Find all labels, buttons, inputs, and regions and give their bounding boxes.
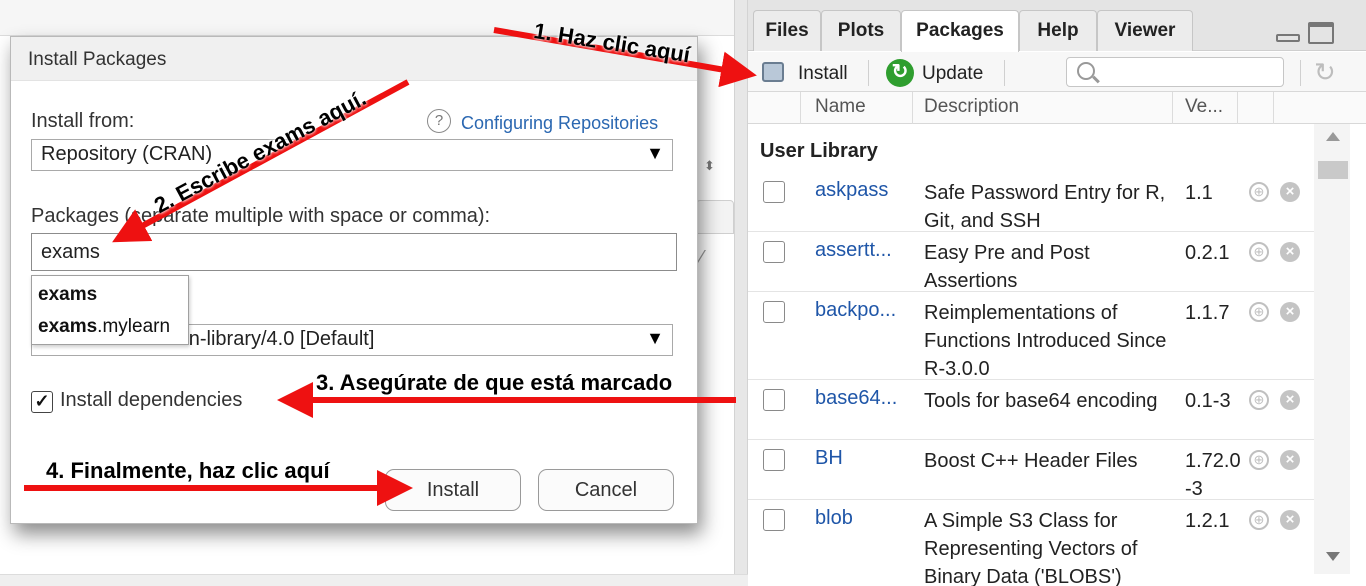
package-description: Reimplementations of Functions Introduce…	[924, 302, 1167, 380]
remove-package-icon[interactable]: ×	[1280, 182, 1300, 202]
remove-package-icon[interactable]: ×	[1280, 242, 1300, 262]
console-pane-tab[interactable]	[696, 200, 734, 234]
table-row: base64... Tools for base64 encoding 0.1-…	[748, 380, 1314, 440]
globe-icon[interactable]: ⊕	[1249, 450, 1269, 470]
vertical-scrollbar[interactable]	[1314, 124, 1350, 574]
package-version: 1.1.7	[1185, 302, 1230, 324]
package-version: 1.72.0-3	[1185, 450, 1241, 500]
package-version: 0.1-3	[1185, 390, 1231, 412]
user-library-heading: User Library	[760, 140, 878, 162]
package-search-input[interactable]	[1066, 57, 1284, 87]
scroll-up-icon[interactable]	[1326, 132, 1340, 141]
toolbar-separator	[1004, 60, 1005, 86]
autocomplete-item[interactable]: exams.mylearn	[38, 316, 170, 338]
package-description: Boost C++ Header Files	[924, 450, 1138, 472]
dropdown-arrow-icon[interactable]: ▼	[642, 143, 664, 164]
package-description: A Simple S3 Class for Representing Vecto…	[924, 510, 1138, 586]
install-dependencies-checkbox[interactable]: ✓	[31, 391, 53, 413]
broom-icon[interactable]: ⁄	[700, 247, 703, 270]
toolbar-separator	[1300, 60, 1301, 86]
table-row: BH Boost C++ Header Files 1.72.0-3 ⊕ ×	[748, 440, 1314, 500]
help-icon[interactable]: ?	[427, 109, 451, 133]
package-name-link[interactable]: BH	[815, 447, 843, 470]
package-description: Safe Password Entry for R, Git, and SSH	[924, 182, 1166, 232]
package-checkbox[interactable]	[763, 301, 785, 323]
globe-icon[interactable]: ⊕	[1249, 510, 1269, 530]
maximize-icon[interactable]	[1308, 22, 1334, 44]
globe-icon[interactable]: ⊕	[1249, 242, 1269, 262]
configuring-repositories-link[interactable]: Configuring Repositories	[461, 113, 658, 134]
annotation-step3: 3. Asegúrate de que está marcado	[316, 370, 673, 395]
toolbar-separator	[868, 60, 869, 86]
package-version: 0.2.1	[1185, 242, 1230, 264]
install-dependencies-label: Install dependencies	[60, 389, 243, 411]
column-version[interactable]: Ve...	[1185, 96, 1223, 118]
remove-package-icon[interactable]: ×	[1280, 510, 1300, 530]
minimize-icon[interactable]	[1276, 34, 1300, 42]
table-row: askpass Safe Password Entry for R, Git, …	[748, 172, 1314, 232]
remove-package-icon[interactable]: ×	[1280, 302, 1300, 322]
package-version: 1.2.1	[1185, 510, 1230, 532]
install-toolbar-button[interactable]: Install	[798, 63, 848, 85]
table-row: backpo... Reimplementations of Functions…	[748, 292, 1314, 380]
table-row: assertt... Easy Pre and Post Assertions …	[748, 232, 1314, 292]
globe-icon[interactable]: ⊕	[1249, 182, 1269, 202]
globe-icon[interactable]: ⊕	[1249, 390, 1269, 410]
package-description: Easy Pre and Post Assertions	[924, 242, 1090, 292]
packages-toolbar: Install ↻ Update ↻	[748, 52, 1366, 92]
packages-label: Packages (separate multiple with space o…	[31, 205, 491, 227]
tab-viewer[interactable]: Viewer	[1097, 10, 1193, 51]
remove-package-icon[interactable]: ×	[1280, 390, 1300, 410]
source-pane-toolbar	[0, 0, 734, 36]
package-checkbox[interactable]	[763, 449, 785, 471]
package-name-link[interactable]: base64...	[815, 387, 897, 410]
column-description[interactable]: Description	[924, 96, 1019, 118]
packages-table-header: Name Description Ve...	[748, 92, 1366, 124]
package-name-link[interactable]: blob	[815, 507, 853, 530]
install-button[interactable]: Install	[385, 469, 521, 511]
update-toolbar-button[interactable]: Update	[922, 63, 983, 85]
table-row: blob A Simple S3 Class for Representing …	[748, 500, 1314, 586]
package-name-link[interactable]: backpo...	[815, 299, 896, 322]
search-icon	[1077, 62, 1095, 80]
install-from-label: Install from:	[31, 110, 135, 132]
update-icon[interactable]: ↻	[886, 59, 914, 87]
annotation-step4: 4. Finalmente, haz clic aquí	[46, 458, 330, 483]
tab-files[interactable]: Files	[753, 10, 821, 51]
autocomplete-item[interactable]: exams	[38, 284, 97, 306]
package-name-link[interactable]: askpass	[815, 179, 888, 202]
autocomplete-popup: exams exams.mylearn	[31, 275, 189, 345]
packages-pane: Files Plots Packages Help Viewer Install…	[748, 0, 1366, 586]
scroll-down-icon[interactable]	[1326, 552, 1340, 561]
tab-packages[interactable]: Packages	[901, 10, 1019, 52]
cancel-button[interactable]: Cancel	[538, 469, 674, 511]
remove-package-icon[interactable]: ×	[1280, 450, 1300, 470]
package-checkbox[interactable]	[763, 181, 785, 203]
install-package-icon[interactable]	[762, 62, 784, 82]
package-checkbox[interactable]	[763, 389, 785, 411]
dropdown-arrow-icon[interactable]: ▼	[642, 328, 664, 349]
package-checkbox[interactable]	[763, 241, 785, 263]
globe-icon[interactable]: ⊕	[1249, 302, 1269, 322]
install-from-value: Repository (CRAN)	[41, 143, 213, 165]
package-description: Tools for base64 encoding	[924, 390, 1158, 412]
scroll-thumb[interactable]	[1318, 161, 1348, 179]
tab-help[interactable]: Help	[1019, 10, 1097, 51]
tab-plots[interactable]: Plots	[821, 10, 901, 51]
column-name[interactable]: Name	[815, 96, 866, 118]
stepper-icon[interactable]: ⬍	[704, 159, 715, 172]
package-name-link[interactable]: assertt...	[815, 239, 892, 262]
refresh-icon[interactable]: ↻	[1314, 57, 1336, 88]
dialog-title: Install Packages	[28, 49, 167, 70]
install-from-select[interactable]: Repository (CRAN) ▼	[31, 139, 673, 171]
packages-input[interactable]	[31, 233, 677, 271]
pane-tabbar: Files Plots Packages Help Viewer	[748, 0, 1366, 52]
pane-splitter[interactable]	[734, 0, 748, 586]
package-version: 1.1	[1185, 182, 1213, 204]
package-checkbox[interactable]	[763, 509, 785, 531]
